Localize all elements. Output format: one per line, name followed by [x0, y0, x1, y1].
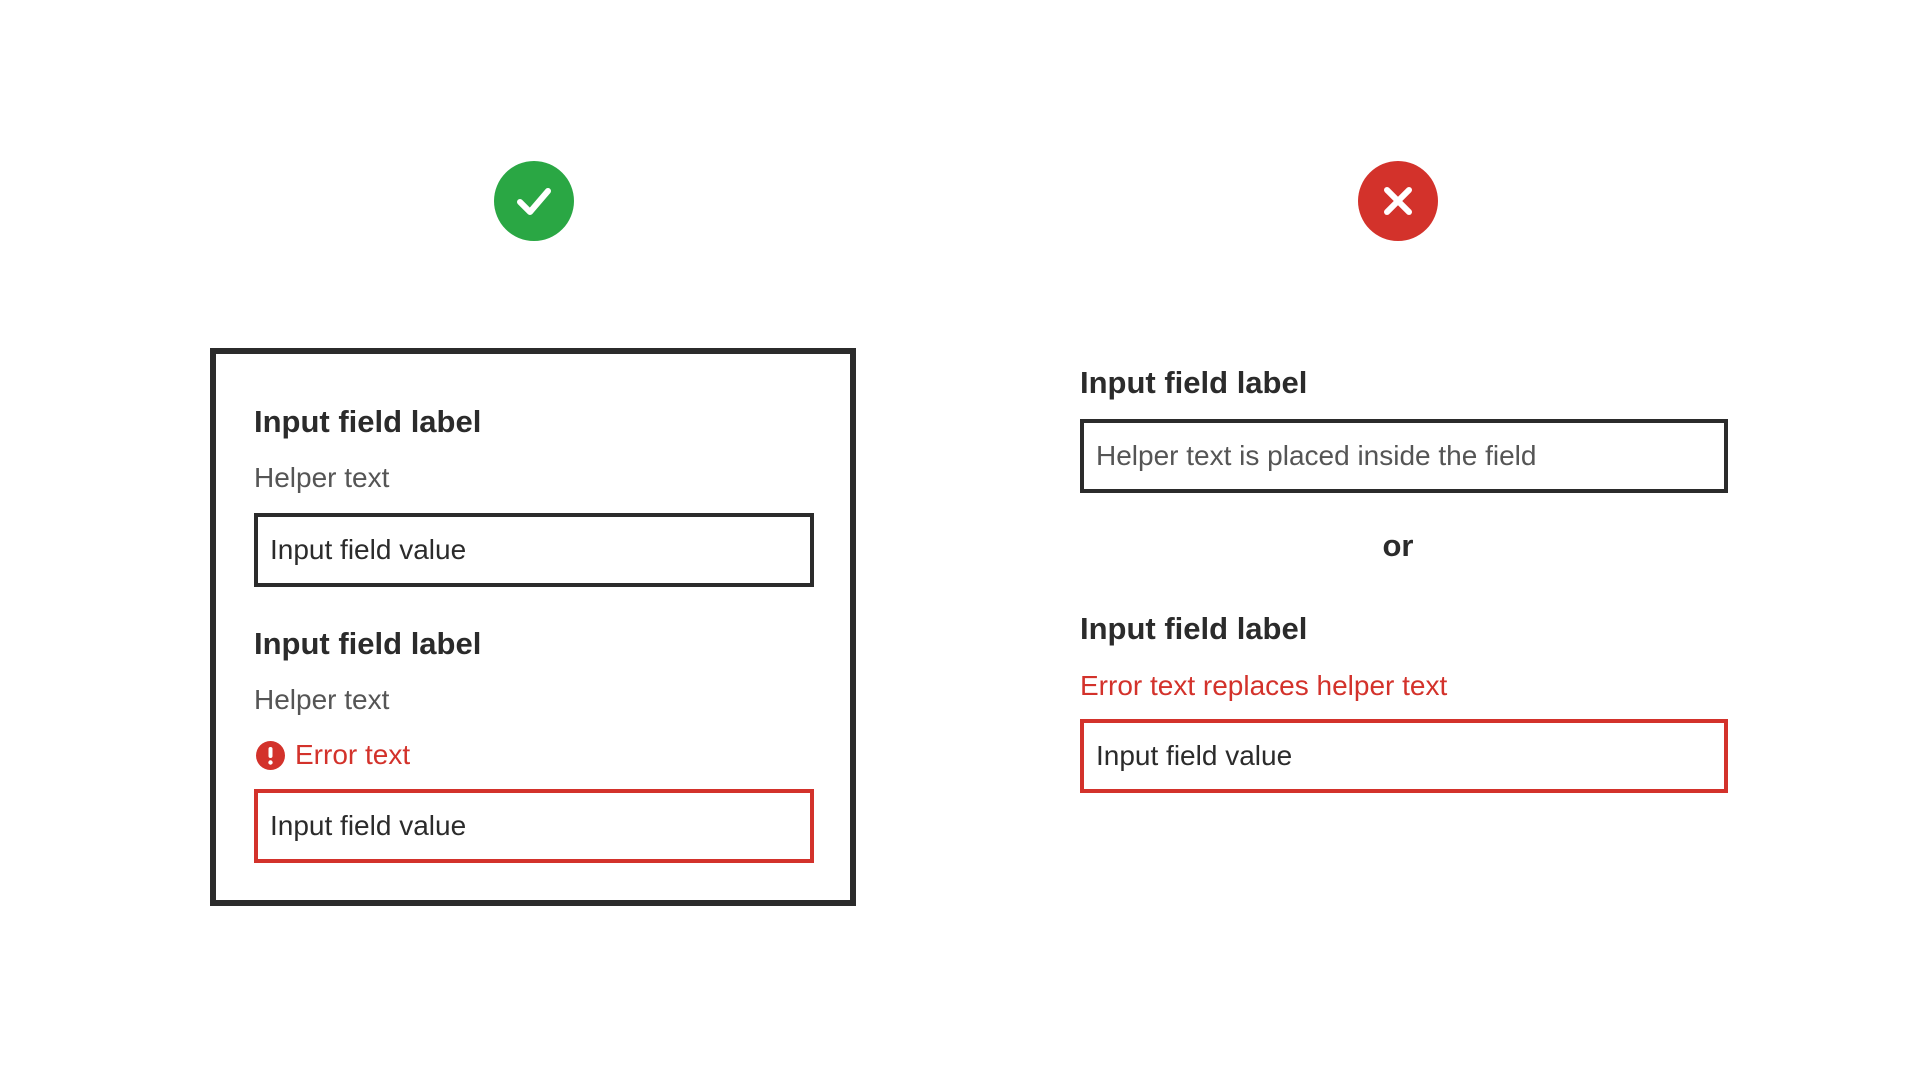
helper-text: Helper text [254, 462, 390, 493]
error-text: Error text replaces helper text [1080, 670, 1448, 701]
field-label: Input field label [1080, 365, 1308, 400]
input-field-error[interactable]: Input field value [1080, 719, 1728, 793]
error-message: Error text [256, 738, 410, 772]
separator-text: or [1382, 528, 1414, 563]
checkmark-icon [517, 188, 551, 215]
input-field[interactable]: Input field value [254, 513, 814, 587]
close-icon [1384, 187, 1412, 215]
field-label: Input field label [254, 626, 482, 661]
error-text: Error text [295, 739, 411, 770]
field-label: Input field label [254, 404, 482, 439]
incorrect-x-icon [1358, 161, 1438, 241]
correct-checkmark-icon [494, 161, 574, 241]
input-field-value: Input field value [270, 534, 467, 565]
input-field-value: Input field value [270, 810, 467, 841]
input-placeholder: Helper text is placed inside the field [1096, 440, 1537, 471]
helper-text: Helper text [254, 684, 390, 715]
exclamation-circle-icon [256, 740, 285, 770]
input-field-value: Input field value [1096, 740, 1293, 771]
input-field[interactable]: Helper text is placed inside the field [1080, 419, 1728, 493]
input-field-error[interactable]: Input field value [254, 789, 814, 863]
field-label: Input field label [1080, 611, 1308, 646]
